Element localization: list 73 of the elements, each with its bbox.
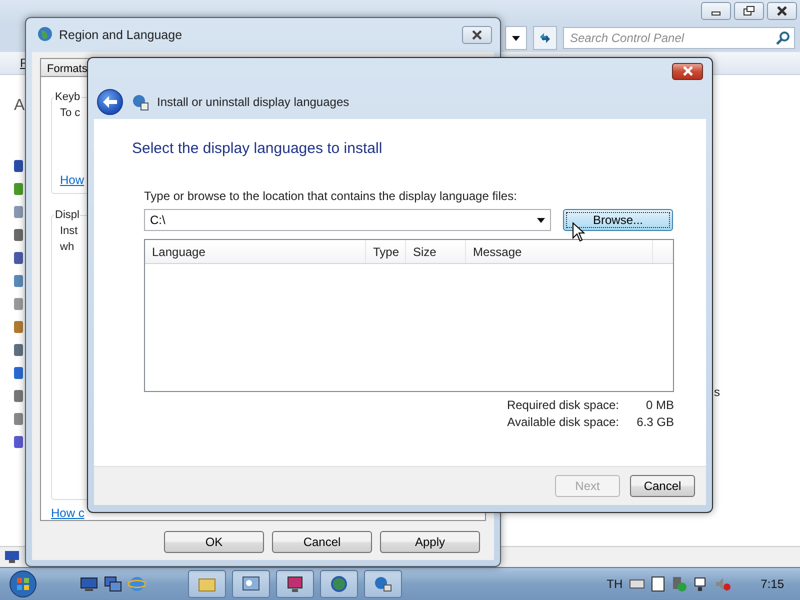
group-text: wh (60, 240, 74, 254)
dialog-button[interactable]: Cancel (630, 475, 695, 497)
refresh-button[interactable] (533, 26, 557, 50)
globe-icon (329, 575, 349, 594)
close-icon (471, 30, 483, 40)
document-icon[interactable] (650, 576, 665, 592)
page-text: s (714, 385, 720, 401)
location-label: Type or browse to the location that contains the display language files: (144, 189, 518, 203)
taskbar-button[interactable] (232, 570, 270, 598)
close-button[interactable] (462, 26, 492, 44)
language-icon (131, 92, 149, 110)
group-title: Keyb (54, 91, 82, 103)
restore-button[interactable] (734, 2, 764, 20)
disk-space-value: 0 MB (644, 398, 674, 412)
group-title: Displ (54, 209, 80, 222)
mouse-pointer-icon (572, 222, 585, 242)
disk-space-label: Available disk space: (506, 415, 619, 429)
minimize-button[interactable] (701, 2, 731, 20)
disk-space-label: Required disk space: (506, 398, 619, 412)
dialog-button[interactable]: OK (164, 531, 264, 553)
close-icon (775, 6, 789, 16)
control-panel-icon (241, 575, 261, 594)
disk-space-value: 6.3 GB (636, 415, 674, 429)
caret-icon (537, 218, 545, 223)
page-heading: Select the display languages to install (132, 140, 384, 157)
close-button[interactable] (672, 62, 703, 80)
help-link[interactable]: How (60, 173, 84, 188)
location-combo-box[interactable]: C:\ (144, 209, 551, 231)
keyboard-icon[interactable] (628, 578, 645, 590)
restore-icon (742, 6, 756, 16)
dialog-button[interactable]: Apply (380, 531, 480, 553)
column-header[interactable]: Size (406, 240, 466, 263)
taskbar-button[interactable] (364, 570, 402, 598)
column-header[interactable]: Language (145, 240, 366, 263)
control-panel-item-icon[interactable] (14, 365, 23, 381)
close-button[interactable] (767, 2, 797, 20)
clock[interactable]: 7:15 (760, 577, 784, 592)
monitor-icon (285, 575, 305, 594)
control-panel-item-icon[interactable] (14, 158, 23, 174)
back-arrow-icon (103, 96, 117, 108)
close-icon (682, 66, 694, 76)
taskbar-button[interactable] (320, 570, 358, 598)
switch-windows-icon[interactable] (104, 575, 122, 594)
control-panel-item-icon[interactable] (14, 411, 23, 427)
computer-icon (4, 550, 20, 564)
control-panel-item-icon[interactable] (14, 181, 23, 197)
action-center-icon[interactable] (670, 576, 687, 592)
control-panel-item-icon[interactable] (14, 227, 23, 243)
search-field[interactable]: Search Control Panel (563, 27, 795, 49)
desktop-icon[interactable] (80, 575, 98, 594)
control-panel-item-icon[interactable] (14, 250, 23, 266)
control-panel-item-icon[interactable] (14, 342, 23, 358)
control-panel-item-icon[interactable] (14, 319, 23, 335)
control-panel-item-icon[interactable] (14, 434, 23, 450)
address-dropdown[interactable] (505, 26, 527, 50)
globe-icon (36, 26, 54, 44)
caret-icon (512, 36, 520, 40)
dialog-button[interactable]: Cancel (272, 531, 372, 553)
column-header[interactable]: Type (366, 240, 406, 263)
dialog-title: Install or uninstall display languages (157, 94, 350, 108)
control-panel-item-icon[interactable] (14, 273, 23, 289)
group-text: Inst (60, 224, 78, 238)
control-panel-item-icon[interactable] (14, 388, 23, 404)
back-button[interactable] (97, 88, 123, 114)
taskbar-button[interactable] (276, 570, 314, 598)
input-language-indicator[interactable]: TH (606, 577, 623, 592)
search-icon (776, 31, 790, 45)
language-icon (373, 575, 393, 594)
refresh-icon (538, 31, 552, 45)
window-title: Region and Language (59, 28, 184, 42)
group-text: To c (60, 106, 80, 120)
browse-button[interactable]: Browse... (563, 209, 673, 231)
page-text: A (14, 97, 26, 115)
